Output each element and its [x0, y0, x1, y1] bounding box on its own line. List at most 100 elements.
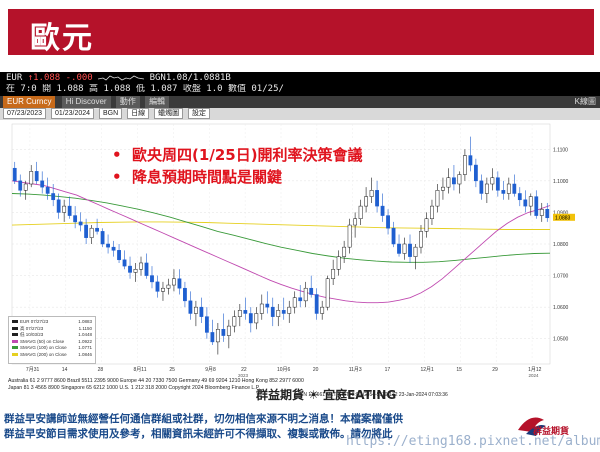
x-tick-label: 15 — [456, 367, 462, 373]
candle-up — [62, 205, 67, 213]
candle-down — [408, 243, 412, 257]
candle-down — [270, 306, 275, 317]
settings-select[interactable]: 設定 — [188, 108, 211, 119]
candle-down — [45, 186, 50, 194]
quote-row-2: 在 7:0 開 1.088 高 1.088 低 1.087 收盤 1.0 數值 … — [6, 84, 284, 94]
candle-down — [243, 310, 248, 314]
candle-up — [441, 186, 445, 191]
candle-down — [40, 180, 45, 188]
date-to-field[interactable]: 01/23/2024 — [51, 108, 95, 119]
candle-down — [122, 259, 127, 267]
candle-down — [512, 183, 517, 194]
x-tick-label: 7月31 — [26, 367, 40, 373]
actions-menu[interactable]: 動作 — [115, 96, 140, 108]
candle-up — [237, 310, 242, 317]
candle-down — [248, 313, 253, 324]
y-tick-label: 1.0800 — [553, 242, 569, 248]
bullet-icon: • — [112, 168, 122, 186]
candle-up — [402, 243, 407, 254]
candle-down — [204, 316, 209, 333]
x-tick-label: 8月11 — [134, 367, 147, 373]
candle-up — [287, 306, 292, 314]
candle-up — [364, 196, 368, 207]
currency-field[interactable]: BGN — [99, 108, 123, 119]
quote-symbol: EUR — [6, 73, 23, 83]
period-select[interactable]: 日線 — [127, 108, 150, 119]
candle-up — [430, 205, 434, 219]
candle-up — [215, 329, 220, 343]
candle-down — [298, 297, 303, 302]
legend-label: 低 10/03/23 — [20, 332, 44, 337]
candle-down — [128, 265, 132, 273]
quote-change: -.000 — [65, 73, 93, 83]
footer: 群益期貨 ☀ 宜庭EATING 群益早安講師並無經營任何通信群組或社群，切勿相信… — [0, 388, 600, 452]
x-tick-label: 29 — [492, 367, 498, 373]
candle-down — [452, 177, 456, 185]
candle-down — [265, 303, 270, 308]
last-price-label: 1.0883 — [555, 215, 571, 221]
candle-down — [199, 306, 204, 317]
y-tick-label: 1.0500 — [553, 337, 569, 343]
candle-up — [139, 262, 143, 270]
x-tick-label: 12月1 — [420, 367, 434, 373]
candle-up — [347, 224, 352, 248]
edit-menu[interactable]: 編輯 — [145, 96, 170, 108]
candle-down — [177, 278, 182, 289]
annotation-block: • 歐央周四(1/25日)開利率決策會議 • 降息預期時間點是關鍵 — [112, 144, 363, 188]
candle-up — [336, 256, 341, 270]
candle-up — [463, 155, 467, 175]
candle-up — [358, 205, 363, 219]
legend-swatch — [12, 346, 18, 350]
legend-label: 高 07/27/23 — [20, 325, 44, 331]
x-tick-label: 28 — [98, 367, 104, 373]
candle-up — [166, 284, 171, 289]
candle-up — [303, 287, 308, 302]
security-tab[interactable]: EUR Curncy — [3, 96, 56, 108]
candle-down — [517, 193, 522, 201]
legend-swatch — [12, 333, 18, 337]
candle-down — [534, 196, 539, 216]
candle-up — [29, 171, 34, 185]
candle-up — [161, 287, 165, 292]
candle-down — [479, 180, 484, 194]
legend-value: 1.0846 — [78, 351, 92, 357]
legend-label: EUR 07/27/23 — [20, 319, 49, 324]
date-from-field[interactable]: 07/23/2023 — [3, 108, 47, 119]
bullet-icon: • — [112, 146, 122, 164]
candle-down — [210, 332, 215, 343]
candle-up — [23, 183, 28, 191]
candle-up — [89, 227, 94, 238]
y-tick-label: 1.1100 — [553, 147, 568, 153]
x-tick-label: 25 — [169, 367, 175, 373]
x-tick-label: 11月3 — [349, 367, 362, 373]
candle-down — [397, 243, 401, 254]
candle-up — [194, 306, 198, 314]
candle-up — [490, 177, 495, 185]
sparkline-icon — [98, 74, 145, 82]
style-select[interactable]: 蠟燭圖 — [154, 108, 184, 119]
legend-label: SMAVG (100) on Close — [20, 345, 67, 350]
y-tick-label: 1.1000 — [553, 179, 569, 185]
candle-down — [106, 243, 110, 248]
candle-down — [12, 167, 17, 182]
annotation-text-1: 歐央周四(1/25日)開利率決策會議 — [132, 146, 363, 164]
candle-down — [18, 180, 23, 191]
candle-down — [501, 190, 506, 194]
hidiscover-button[interactable]: Hi Discover — [61, 96, 111, 108]
candle-down — [111, 246, 116, 251]
last-price-marker: 1.0883 — [553, 213, 575, 221]
x-tick-label: 14 — [62, 367, 68, 373]
candle-down — [386, 215, 390, 229]
quote-bid-ask: BGN1.08/1.0881B — [149, 73, 231, 83]
candle-down — [51, 193, 56, 201]
y-tick-label: 1.0700 — [553, 274, 569, 280]
candle-down — [150, 275, 154, 283]
candle-down — [95, 227, 99, 232]
candle-down — [495, 177, 500, 191]
y-tick-label: 1.0600 — [553, 305, 569, 311]
annotation-line-2: • 降息預期時間點是關鍵 — [112, 166, 363, 188]
candle-down — [375, 190, 379, 207]
candle-up — [254, 313, 259, 324]
candle-up — [539, 209, 544, 216]
bottom-contacts-2: Japan 81 3 4565 8900 Singapore 65 6212 1… — [8, 385, 260, 391]
